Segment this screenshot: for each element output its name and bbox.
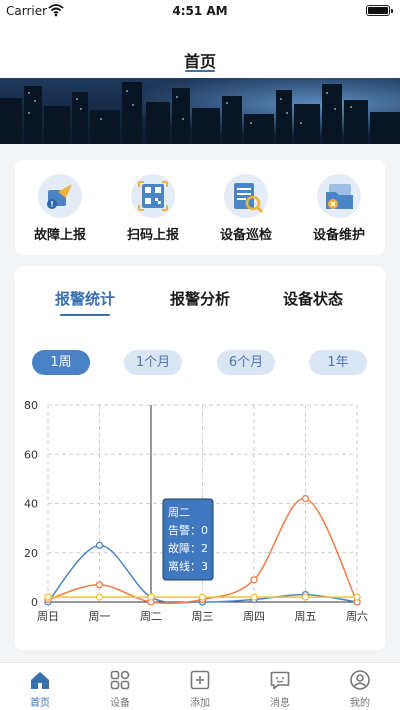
tabbar-label: 我的: [350, 698, 370, 709]
data-point: [147, 593, 155, 601]
data-point: [198, 593, 207, 601]
tabbar-add[interactable]: 添加: [160, 669, 240, 709]
quick-action-device-maintenance[interactable]: 设备维护: [299, 174, 379, 243]
battery-icon: [366, 5, 393, 16]
tabbar-profile[interactable]: 我的: [320, 669, 400, 709]
data-point: [353, 593, 361, 601]
title-underline: [185, 70, 215, 72]
status-time: 4:51 AM: [172, 4, 228, 18]
quick-action-fault-report[interactable]: 故障上报: [20, 174, 100, 243]
quick-action-label: 故障上报: [33, 228, 86, 243]
data-point: [95, 541, 104, 550]
quick-actions-card: 故障上报 扫码上报 设备巡检 设备维护: [15, 160, 385, 255]
data-point: [301, 494, 310, 503]
y-tick-label: 60: [24, 448, 38, 461]
device-inspection-icon: [224, 174, 268, 218]
statistics-card: 报警统计 报警分析 设备状态 1周 1个月 6个月 1年 0 20 40 60 80 周日…: [15, 266, 385, 650]
tooltip-line: 离线：3: [168, 559, 208, 573]
quick-action-label: 设备维护: [312, 228, 365, 243]
bottom-tab-bar: 首页 设备 添加 消息 我的: [0, 662, 400, 710]
page-title: 首页: [183, 52, 216, 71]
data-point: [301, 593, 310, 601]
profile-icon: [350, 670, 370, 690]
y-tick-label: 80: [24, 399, 38, 412]
x-tick-label: 周三: [192, 610, 214, 623]
data-point: [95, 593, 104, 601]
add-icon: [190, 670, 210, 690]
tabbar-label: 设备: [110, 698, 130, 709]
tooltip-line: 告警：0: [168, 523, 208, 537]
y-tick-label: 40: [24, 498, 38, 511]
home-icon: [31, 672, 49, 689]
tooltip-line: 周二: [168, 506, 190, 519]
x-tick-label: 周四: [243, 610, 265, 623]
device-maintenance-icon: [317, 174, 361, 218]
x-tick-label: 周日: [37, 610, 59, 623]
data-point: [44, 593, 52, 601]
y-tick-label: 0: [31, 596, 38, 609]
banner-image: [0, 78, 400, 144]
tabbar-label: 首页: [30, 698, 50, 709]
tabbar-label: 添加: [190, 698, 210, 709]
tooltip-line: 故障：2: [168, 541, 208, 555]
y-tick-label: 20: [24, 547, 38, 560]
message-icon: [270, 671, 290, 690]
tabbar-home[interactable]: 首页: [0, 669, 80, 709]
x-tick-label: 周六: [346, 610, 368, 623]
x-tick-label: 周二: [140, 610, 162, 623]
quick-action-label: 扫码上报: [126, 228, 179, 243]
data-point: [250, 593, 258, 601]
alarm-line-chart[interactable]: 020406080周日 周一 周二 周三 周四 周五 周六周二告警：0故障：2离线：3: [15, 266, 385, 650]
tabbar-label: 消息: [270, 698, 290, 709]
tabbar-messages[interactable]: 消息: [240, 669, 320, 709]
devices-grid-icon: [110, 670, 130, 690]
tabbar-devices[interactable]: 设备: [80, 669, 160, 709]
x-tick-label: 周五: [295, 610, 317, 623]
quick-action-label: 设备巡检: [219, 228, 272, 243]
data-point: [250, 576, 258, 584]
quick-action-qr-scan[interactable]: 扫码上报: [113, 174, 193, 243]
data-point: [95, 581, 104, 589]
x-tick-label: 周一: [89, 610, 111, 623]
fault-report-icon: [38, 174, 82, 218]
nav-bar: 首页: [0, 22, 400, 78]
status-bar: Carrier 4:51 AM: [0, 0, 400, 22]
qr-scan-icon: [131, 174, 175, 218]
quick-action-device-inspection[interactable]: 设备巡检: [206, 174, 286, 243]
